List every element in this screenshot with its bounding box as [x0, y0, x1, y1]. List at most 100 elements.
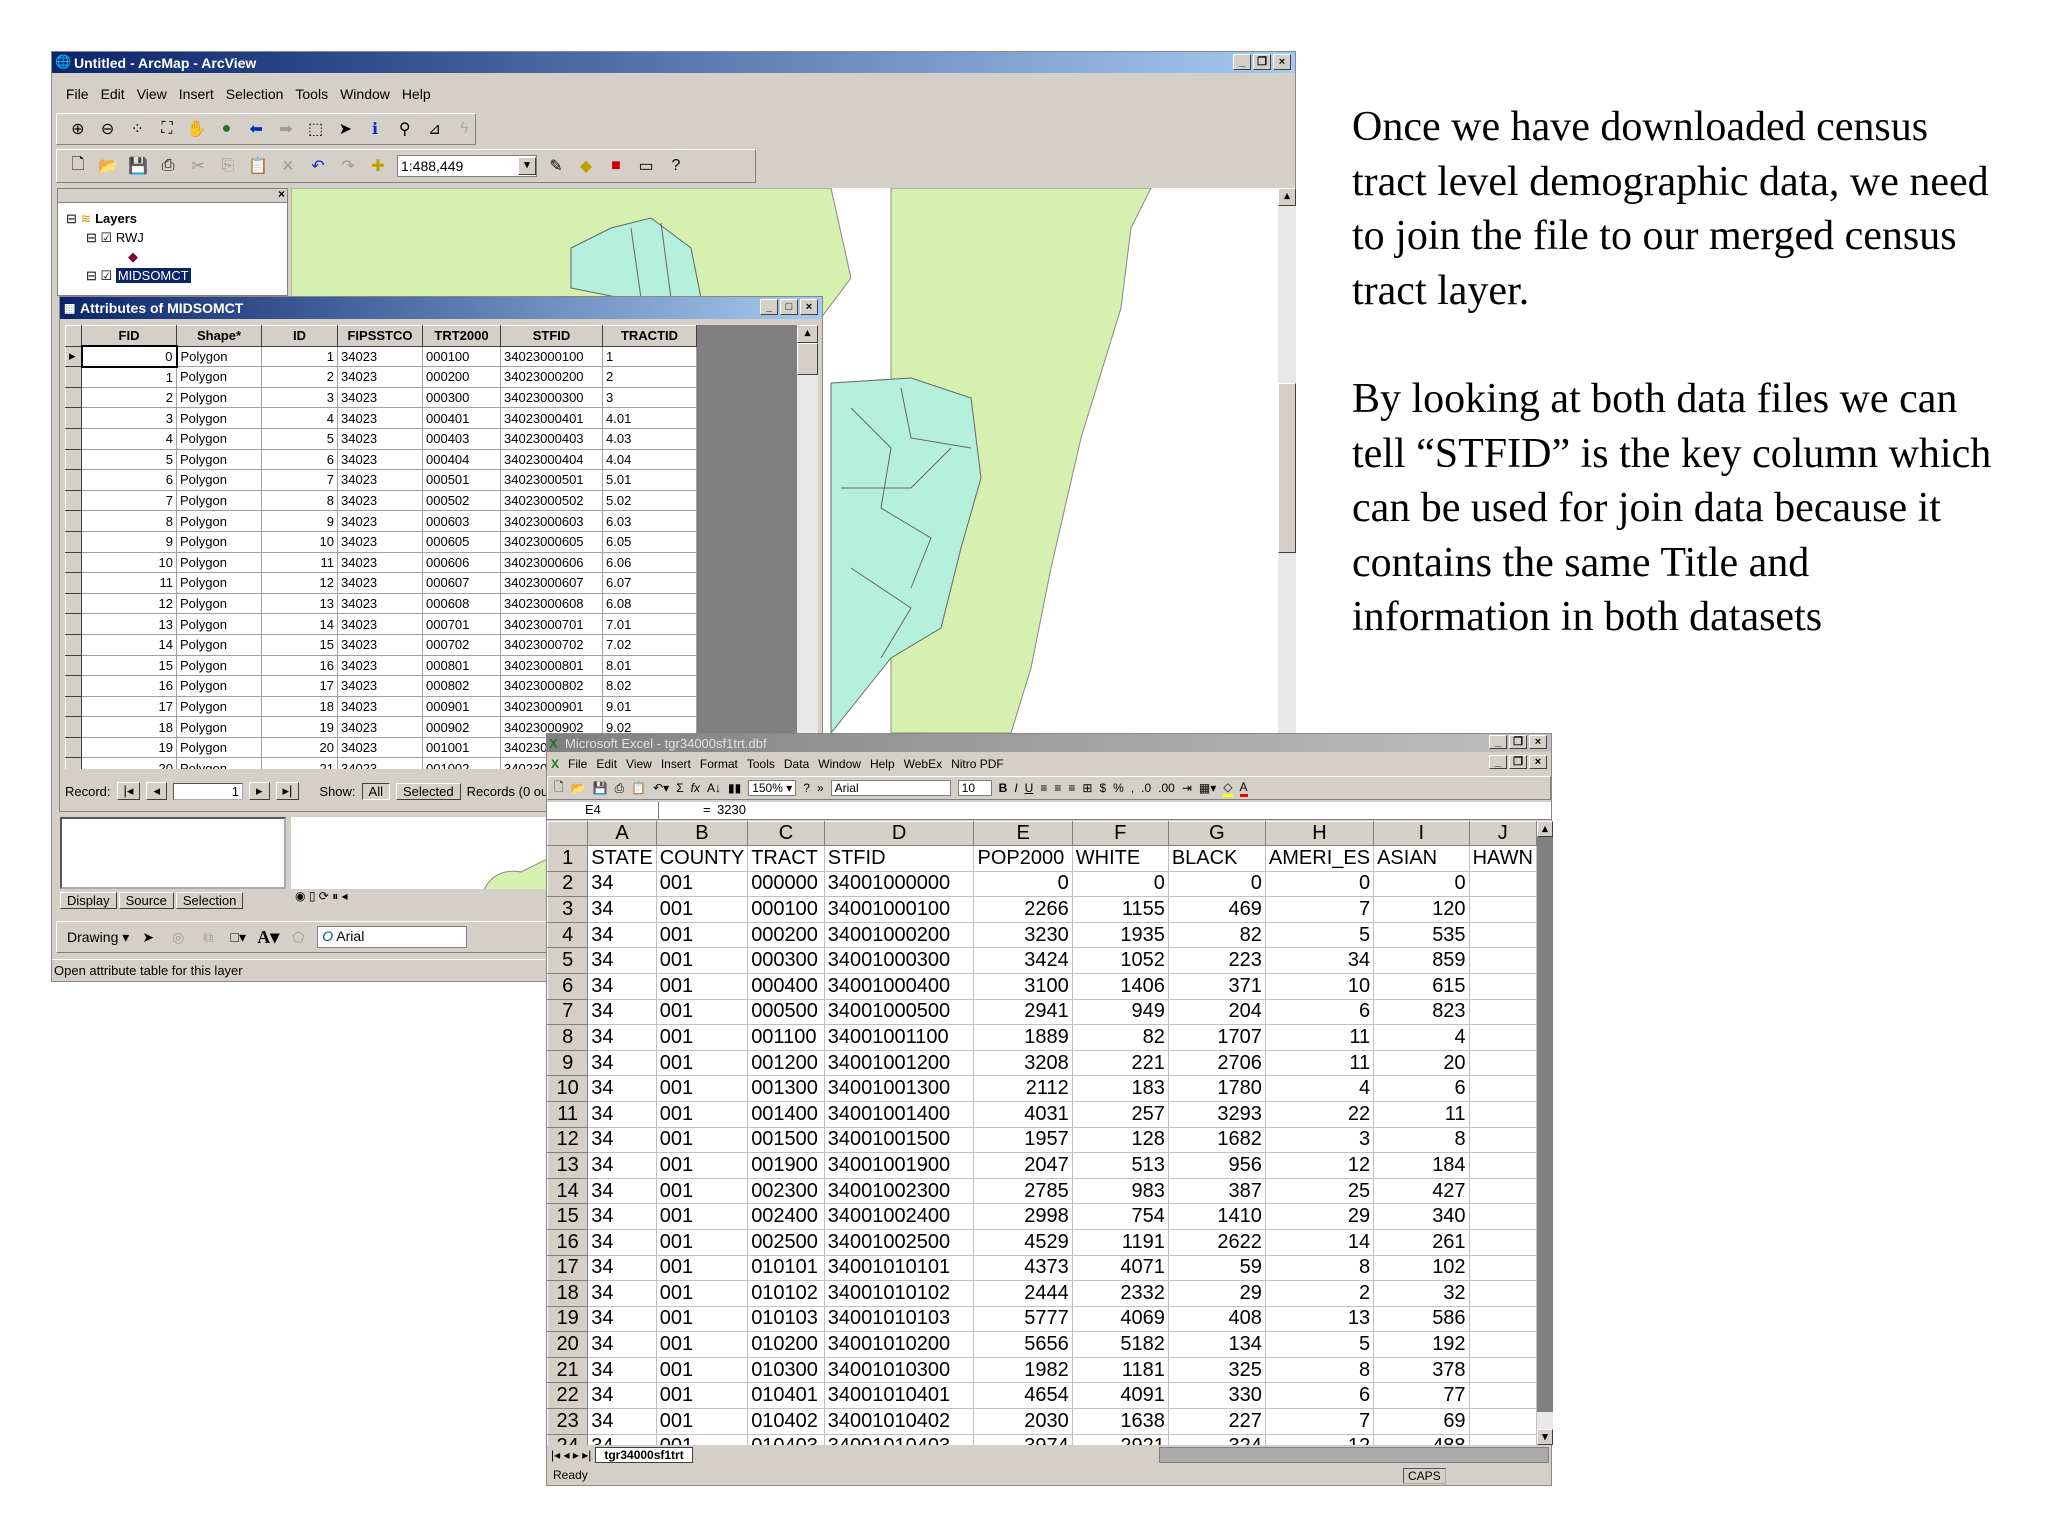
spreadsheet-cell[interactable]: 32 [1373, 1280, 1470, 1307]
percent-icon[interactable]: % [1113, 781, 1124, 795]
spreadsheet-cell[interactable]: 001 [655, 921, 749, 949]
spreadsheet-cell[interactable] [1468, 1049, 1537, 1077]
table-cell[interactable]: 000200 [422, 366, 501, 388]
spreadsheet-cell[interactable]: 1889 [973, 1024, 1073, 1051]
chevron-down-icon[interactable]: ▾ [518, 157, 536, 175]
table-cell[interactable]: Polygon [176, 448, 262, 471]
row-selector[interactable] [65, 654, 82, 677]
spreadsheet-cell[interactable]: 261 [1373, 1228, 1470, 1256]
spreadsheet-cell[interactable]: 2266 [973, 896, 1073, 923]
tab-source[interactable]: Source [118, 892, 174, 909]
spreadsheet-cell[interactable] [1468, 870, 1537, 898]
spreadsheet-cell[interactable]: 5182 [1071, 1331, 1169, 1358]
spreadsheet-cell[interactable]: 754 [1071, 1203, 1169, 1230]
table-cell[interactable]: 34023000404 [500, 448, 603, 471]
spreadsheet-cell[interactable]: 001500 [747, 1126, 825, 1154]
table-cell[interactable]: 000608 [422, 592, 501, 615]
spreadsheet-cell[interactable]: 34001002500 [823, 1228, 975, 1256]
spreadsheet-cell[interactable] [1468, 1024, 1537, 1051]
spreadsheet-cell[interactable]: 204 [1167, 998, 1266, 1026]
spreadsheet-cell[interactable]: 513 [1071, 1152, 1169, 1179]
rectangle-icon[interactable]: □▾ [227, 929, 249, 946]
table-cell[interactable]: 000603 [422, 510, 501, 532]
table-cell[interactable]: 11 [81, 572, 177, 594]
spreadsheet-cell[interactable]: 0 [1373, 870, 1470, 898]
minimize-button[interactable]: _ [760, 299, 778, 315]
table-cell[interactable]: Polygon [176, 551, 262, 574]
menu-tools[interactable]: Tools [295, 86, 328, 102]
spreadsheet-cell[interactable]: 20 [1373, 1049, 1470, 1077]
spreadsheet-cell[interactable]: 5656 [973, 1331, 1073, 1358]
whats-this-help-icon[interactable]: ? [665, 157, 687, 175]
spreadsheet-cell[interactable]: 34 [587, 896, 657, 923]
spreadsheet-cell[interactable] [1468, 1152, 1537, 1179]
row-selector[interactable] [65, 675, 82, 697]
row-number[interactable]: 21 [547, 1356, 589, 1384]
spreadsheet-cell[interactable] [1468, 921, 1537, 949]
spreadsheet-cell[interactable] [1468, 998, 1537, 1026]
spreadsheet-cell[interactable]: 7 [1264, 1408, 1375, 1435]
row-selector[interactable] [65, 407, 82, 429]
table-row[interactable]: 6 Polygon 7 34023 000501 34023000501 5.01 [65, 469, 697, 491]
spreadsheet-cell[interactable] [1468, 1305, 1537, 1333]
menu-data[interactable]: Data [784, 757, 809, 771]
table-cell[interactable]: 5 [261, 427, 338, 450]
table-cell[interactable]: Polygon [176, 592, 262, 615]
table-cell[interactable]: 5 [81, 448, 177, 471]
table-cell[interactable]: 6 [81, 469, 177, 491]
close-button[interactable]: × [1529, 735, 1547, 749]
spreadsheet-cell[interactable]: 34001002300 [823, 1177, 975, 1205]
table-cell[interactable]: 34023000401 [500, 407, 603, 429]
table-cell[interactable]: 34023 [337, 386, 423, 409]
spreadsheet-cell[interactable]: 8 [1373, 1126, 1470, 1154]
spreadsheet-cell[interactable]: 34 [587, 1280, 657, 1307]
spreadsheet-cell[interactable]: 3100 [973, 972, 1073, 1000]
spreadsheet-cell[interactable]: 5 [1264, 921, 1375, 949]
table-cell[interactable]: 2 [602, 366, 697, 388]
table-cell[interactable]: 34023000607 [500, 572, 603, 594]
spreadsheet-cell[interactable]: 34 [587, 1331, 657, 1358]
table-cell[interactable]: 34023 [337, 489, 423, 512]
table-cell[interactable]: Polygon [176, 736, 262, 759]
spreadsheet-cell[interactable]: 5777 [973, 1305, 1073, 1333]
spreadsheet-cell[interactable]: 34001000500 [823, 998, 975, 1026]
menu-tools[interactable]: Tools [747, 757, 775, 771]
spreadsheet-cell[interactable]: 000200 [747, 921, 825, 949]
column-letter-f[interactable]: F [1071, 821, 1169, 846]
spreadsheet-cell[interactable]: 001 [655, 1280, 749, 1307]
menu-window[interactable]: Window [818, 757, 861, 771]
spreadsheet-cell[interactable]: 2941 [973, 998, 1073, 1026]
spreadsheet-cell[interactable]: 12 [1264, 1152, 1375, 1179]
help-icon[interactable]: ? [803, 781, 810, 795]
spreadsheet-cell[interactable]: 34 [587, 1408, 657, 1435]
menu-webex[interactable]: WebEx [904, 757, 942, 771]
column-letter-c[interactable]: C [747, 821, 825, 846]
spreadsheet-cell[interactable]: 183 [1071, 1075, 1169, 1102]
table-cell[interactable]: Polygon [176, 716, 262, 738]
row-selector[interactable] [65, 448, 82, 471]
spreadsheet-cell[interactable]: 4071 [1071, 1254, 1169, 1282]
redo-icon[interactable]: ↷ [337, 156, 359, 176]
spreadsheet-cell[interactable]: 69 [1373, 1408, 1470, 1435]
row-number[interactable]: 24 [547, 1433, 589, 1445]
merge-center-icon[interactable]: ⊞ [1082, 781, 1092, 795]
decrease-decimal-icon[interactable]: .00 [1158, 781, 1175, 795]
restore-button[interactable]: ❐ [1253, 54, 1271, 70]
spreadsheet-cell[interactable]: 1191 [1071, 1228, 1169, 1256]
spreadsheet-cell[interactable]: 14 [1264, 1228, 1375, 1256]
minimize-button[interactable]: _ [1233, 54, 1251, 70]
spreadsheet-cell[interactable]: 2 [1264, 1280, 1375, 1307]
zoom-out-icon[interactable]: ⊖ [97, 119, 119, 139]
table-cell[interactable]: 9 [81, 530, 177, 553]
menu-nitro-pdf[interactable]: Nitro PDF [951, 757, 1004, 771]
record-number-input[interactable]: 1 [172, 782, 243, 800]
scroll-left-icon[interactable]: ◂ [342, 889, 348, 903]
spreadsheet-cell[interactable]: 11 [1264, 1024, 1375, 1051]
spreadsheet-cell[interactable]: 010102 [747, 1280, 825, 1307]
row-selector[interactable] [65, 551, 82, 574]
spreadsheet-cell[interactable]: 001 [655, 1049, 749, 1077]
spreadsheet-cell[interactable]: 34001000000 [823, 870, 975, 898]
table-cell[interactable]: 5.02 [602, 489, 697, 512]
table-cell[interactable]: 12 [81, 592, 177, 615]
spreadsheet-cell[interactable]: 615 [1373, 972, 1470, 1000]
